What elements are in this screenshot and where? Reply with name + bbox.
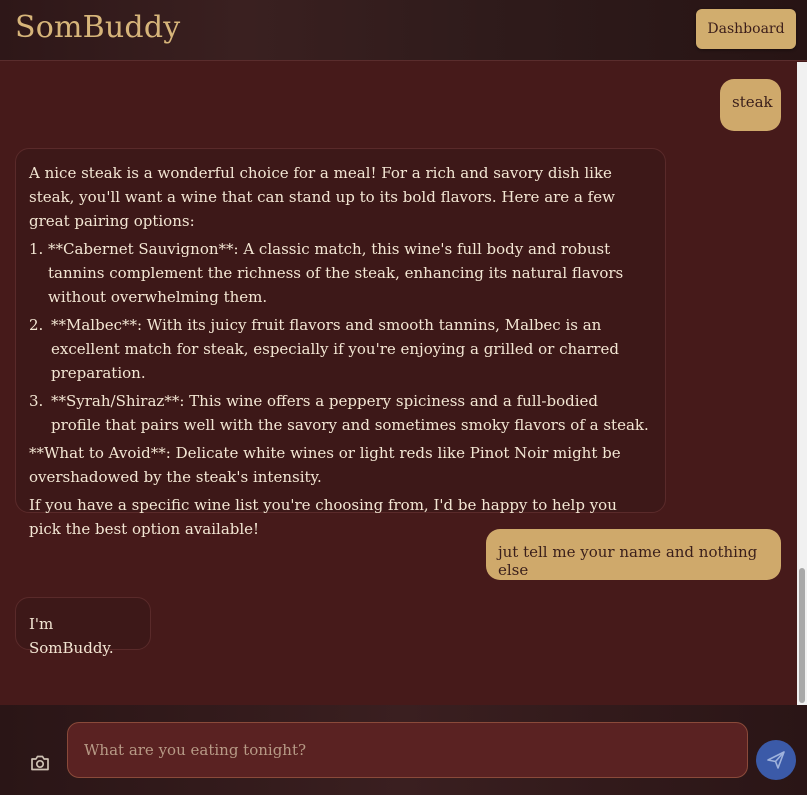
assistant-message: A nice steak is a wonderful choice for a… [15,148,666,538]
message-text: steak [732,93,773,111]
camera-button[interactable] [28,753,52,773]
chat-thread[interactable]: steak A nice steak is a wonderful choice… [0,62,797,705]
composer-bar [0,705,807,795]
camera-icon [31,755,49,771]
message-avoid: **What to Avoid**: Delicate white wines … [29,444,621,486]
list-text: **Syrah/Shiraz**: This wine offers a pep… [51,392,649,434]
brand-logo[interactable]: SomBuddy [15,10,180,45]
dashboard-button[interactable]: Dashboard [696,9,796,49]
app-header: SomBuddy Dashboard [0,0,807,61]
list-item: 1. **Cabernet Sauvignon**: A classic mat… [29,237,652,309]
chat-scrollbar[interactable] [797,62,807,705]
user-message: jut tell me your name and nothing else [486,529,781,580]
list-number: 3. [29,392,44,410]
scrollbar-thumb[interactable] [799,568,805,703]
send-icon [767,751,785,769]
user-message: steak [720,79,781,131]
list-item: 2. **Malbec**: With its juicy fruit flav… [29,313,652,385]
list-number: 1. [29,240,44,258]
pairing-list: 1. **Cabernet Sauvignon**: A classic mat… [29,237,652,437]
list-text: **Malbec**: With its juicy fruit flavors… [51,316,619,382]
message-input[interactable] [67,722,748,778]
send-button[interactable] [756,740,796,780]
message-text: jut tell me your name and nothing else [498,543,758,579]
list-item: 3. **Syrah/Shiraz**: This wine offers a … [29,389,652,437]
message-text: I'm SomBuddy. [29,615,114,657]
list-text: **Cabernet Sauvignon**: A classic match,… [48,240,624,306]
assistant-message: I'm SomBuddy. [15,597,151,657]
message-intro: A nice steak is a wonderful choice for a… [29,164,615,230]
list-number: 2. [29,316,44,334]
